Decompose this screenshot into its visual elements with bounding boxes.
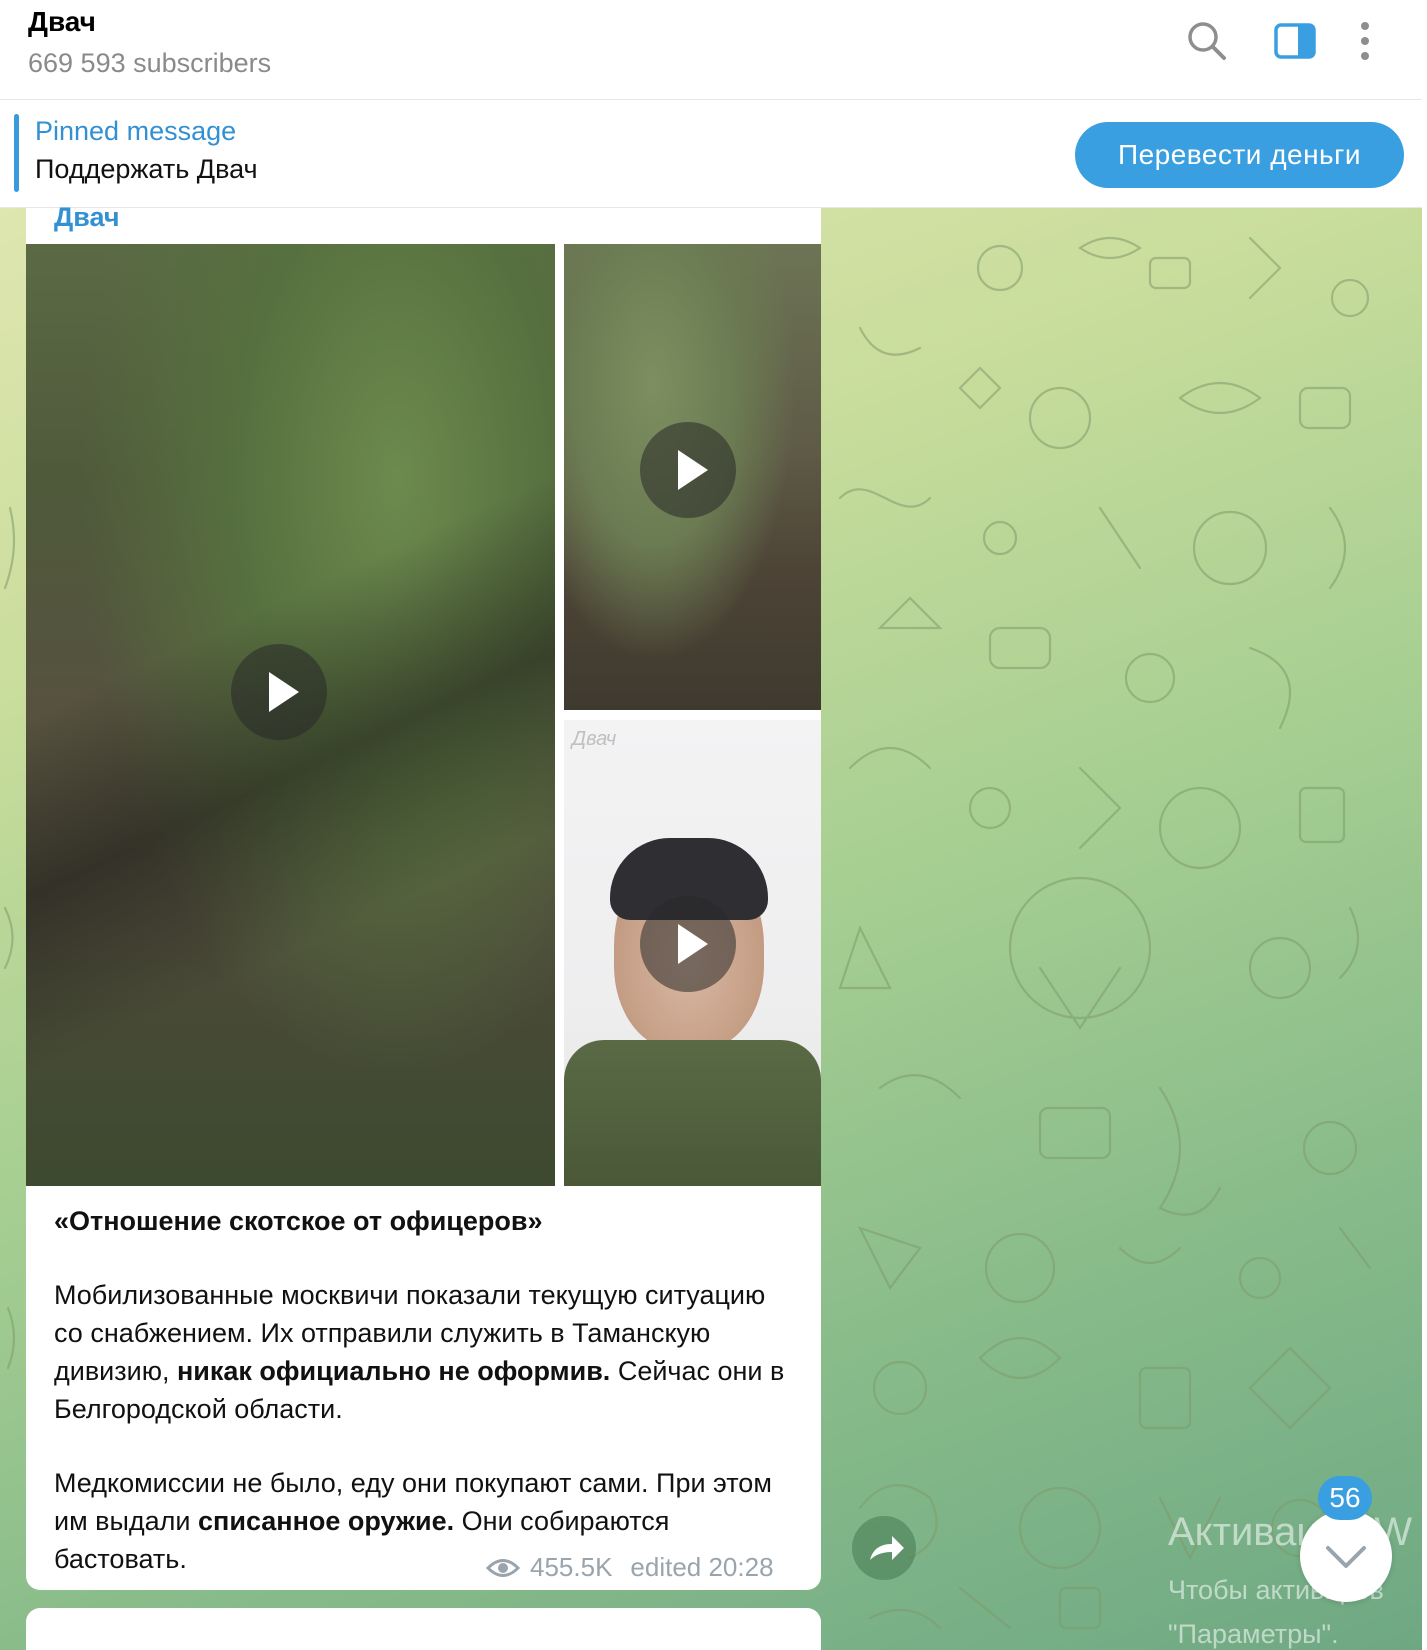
play-icon[interactable] [640,422,736,518]
next-post-preview[interactable] [26,1608,821,1650]
channel-title[interactable]: Двач [28,6,96,38]
pinned-message-bar[interactable]: Pinned message Поддержать Двач Перевести… [0,100,1427,208]
unread-count-badge: 56 [1318,1476,1372,1520]
video-thumbnail-1[interactable] [26,244,555,1186]
pinned-accent-line [14,114,19,192]
view-count: 455.5K [530,1552,613,1582]
channel-post[interactable]: Двач Двач «Отношение скотское от офицеро… [26,202,821,1590]
forward-arrow-icon [870,1536,904,1560]
edited-time: edited 20:28 [630,1552,774,1582]
video-thumbnail-2[interactable] [564,244,821,710]
person-jacket [564,1040,821,1186]
post-meta: 455.5K edited 20:28 [486,1552,774,1583]
media-watermark: Двач [572,728,617,750]
side-panel-icon[interactable] [1272,18,1318,64]
pinned-text: Поддержать Двач [35,154,258,184]
video-thumbnail-3[interactable]: Двач [564,720,821,1186]
transfer-money-button[interactable]: Перевести деньги [1075,122,1404,188]
caption-paragraph-1: Мобилизованные москвичи показали текущую… [54,1280,785,1424]
chevron-down-icon [1326,1546,1366,1568]
subscriber-count: 669 593 subscribers [28,48,272,78]
post-sender-name[interactable]: Двач [54,202,120,233]
search-icon[interactable] [1184,18,1230,64]
play-icon[interactable] [640,896,736,992]
more-vertical-icon[interactable] [1350,18,1380,64]
share-button[interactable] [852,1516,916,1580]
scroll-to-bottom-button[interactable] [1300,1510,1392,1602]
post-caption: «Отношение скотское от офицеров» Мобилиз… [54,1202,794,1578]
pinned-title: Pinned message [35,116,237,146]
views-eye-icon [486,1558,520,1577]
play-icon[interactable] [231,644,327,740]
channel-header: Двач 669 593 subscribers [0,0,1427,100]
window-edge [1422,0,1427,1650]
caption-title: «Отношение скотское от офицеров» [54,1206,543,1236]
